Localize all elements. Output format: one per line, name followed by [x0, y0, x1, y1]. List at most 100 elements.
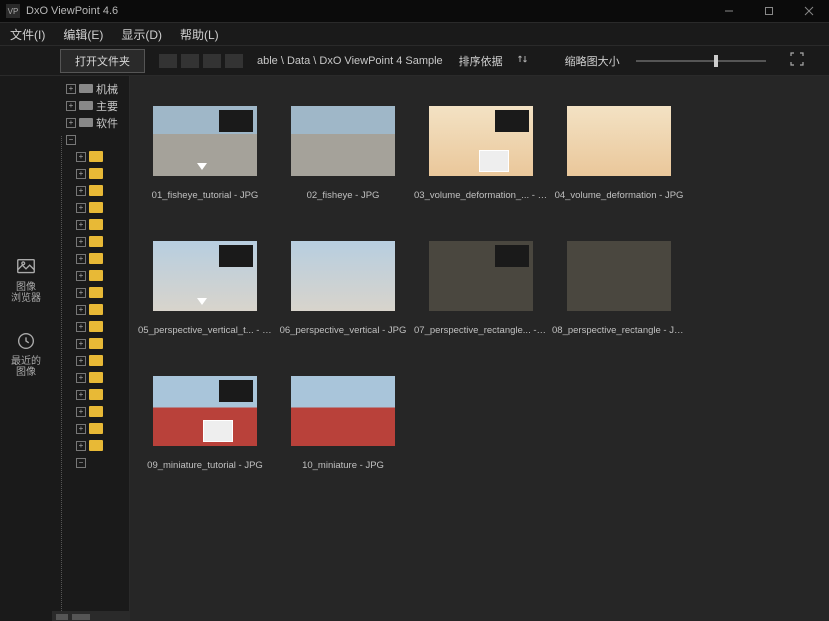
expand-icon[interactable]: +: [76, 424, 86, 434]
thumbnail-image[interactable]: [429, 241, 533, 311]
tree-label: 机械: [96, 81, 118, 97]
tree-folder[interactable]: +: [52, 148, 129, 165]
app-title: DxO ViewPoint 4.6: [26, 5, 118, 17]
fullscreen-icon[interactable]: [790, 52, 804, 69]
expand-icon[interactable]: +: [76, 339, 86, 349]
folder-icon: [89, 338, 103, 349]
tree-root[interactable]: + 机械: [52, 80, 129, 97]
menu-help[interactable]: 帮助(L): [180, 26, 219, 43]
folder-icon: [89, 304, 103, 315]
expand-icon[interactable]: +: [66, 101, 76, 111]
thumb-size-slider[interactable]: [636, 60, 766, 62]
tree-folder[interactable]: +: [52, 437, 129, 454]
expand-icon[interactable]: +: [76, 441, 86, 451]
thumbnail-caption: 02_fisheye - JPG: [307, 190, 380, 201]
tree-node-expanded[interactable]: −: [52, 131, 129, 148]
thumbnail-item[interactable]: 04_volume_deformation - JPG: [550, 106, 688, 201]
image-browser-tab[interactable]: 图像 浏览器: [11, 256, 41, 304]
collapse-icon[interactable]: −: [66, 135, 76, 145]
folder-icon: [89, 236, 103, 247]
thumbnail-caption: 07_perspective_rectangle... - JPG: [414, 325, 548, 336]
folder-icon: [89, 355, 103, 366]
tree-label: 主要: [96, 98, 118, 114]
thumbnail-caption: 08_perspective_rectangle - JPG: [552, 325, 686, 336]
expand-icon[interactable]: +: [76, 254, 86, 264]
thumbnail-item[interactable]: 07_perspective_rectangle... - JPG: [412, 241, 550, 336]
expand-icon[interactable]: +: [76, 237, 86, 247]
thumbnail-image[interactable]: [153, 376, 257, 446]
menu-edit[interactable]: 编辑(E): [63, 26, 103, 43]
expand-icon[interactable]: +: [66, 84, 76, 94]
expand-icon[interactable]: +: [76, 373, 86, 383]
tree-folder[interactable]: +: [52, 199, 129, 216]
tree-folder[interactable]: +: [52, 267, 129, 284]
folder-tree[interactable]: + 机械+ 主要+ 软件 −+ + + + + + + + + + + + + …: [52, 76, 130, 621]
expand-icon[interactable]: +: [76, 407, 86, 417]
thumbnail-item[interactable]: 03_volume_deformation_... - JPG: [412, 106, 550, 201]
thumbnail-grid: 01_fisheye_tutorial - JPG 02_fisheye - JP…: [130, 76, 829, 621]
tree-folder[interactable]: +: [52, 352, 129, 369]
expand-icon[interactable]: +: [76, 271, 86, 281]
minimize-button[interactable]: [709, 0, 749, 22]
collapse-icon[interactable]: −: [76, 458, 86, 468]
expand-icon[interactable]: +: [66, 118, 76, 128]
breadcrumb-path[interactable]: able \ Data \ DxO ViewPoint 4 Sample: [257, 55, 443, 67]
tree-folder[interactable]: +: [52, 233, 129, 250]
tree-folder[interactable]: +: [52, 182, 129, 199]
thumbnail-image[interactable]: [291, 106, 395, 176]
expand-icon[interactable]: +: [76, 152, 86, 162]
tree-folder[interactable]: +: [52, 420, 129, 437]
open-folder-button[interactable]: 打开文件夹: [60, 49, 145, 73]
maximize-button[interactable]: [749, 0, 789, 22]
expand-icon[interactable]: +: [76, 322, 86, 332]
thumbnail-item[interactable]: 01_fisheye_tutorial - JPG: [136, 106, 274, 201]
thumbnail-item[interactable]: 05_perspective_vertical_t... - JPG: [136, 241, 274, 336]
tree-folder[interactable]: −: [52, 454, 129, 471]
tree-folder[interactable]: +: [52, 165, 129, 182]
thumb-size-label: 缩略图大小: [565, 53, 620, 69]
folder-icon: [89, 440, 103, 451]
thumbnail-caption: 04_volume_deformation - JPG: [555, 190, 684, 201]
tree-folder[interactable]: +: [52, 369, 129, 386]
expand-icon[interactable]: +: [76, 288, 86, 298]
thumbnail-image[interactable]: [153, 106, 257, 176]
tree-folder[interactable]: +: [52, 386, 129, 403]
sort-label[interactable]: 排序依据: [459, 53, 503, 69]
folder-icon: [89, 406, 103, 417]
expand-icon[interactable]: +: [76, 169, 86, 179]
tree-folder[interactable]: +: [52, 284, 129, 301]
tree-folder[interactable]: +: [52, 250, 129, 267]
tree-root[interactable]: + 软件: [52, 114, 129, 131]
tree-folder[interactable]: +: [52, 403, 129, 420]
thumbnail-image[interactable]: [429, 106, 533, 176]
thumbnail-caption: 10_miniature - JPG: [302, 460, 384, 471]
menu-file[interactable]: 文件(I): [10, 26, 45, 43]
thumbnail-item[interactable]: 10_miniature - JPG: [274, 376, 412, 471]
expand-icon[interactable]: +: [76, 356, 86, 366]
thumbnail-item[interactable]: 08_perspective_rectangle - JPG: [550, 241, 688, 336]
thumbnail-item[interactable]: 06_perspective_vertical - JPG: [274, 241, 412, 336]
thumbnail-image[interactable]: [291, 376, 395, 446]
thumbnail-image[interactable]: [291, 241, 395, 311]
thumbnail-image[interactable]: [567, 106, 671, 176]
thumbnail-item[interactable]: 09_miniature_tutorial - JPG: [136, 376, 274, 471]
tree-folder[interactable]: +: [52, 216, 129, 233]
expand-icon[interactable]: +: [76, 305, 86, 315]
expand-icon[interactable]: +: [76, 220, 86, 230]
thumbnail-image[interactable]: [153, 241, 257, 311]
folder-icon: [89, 219, 103, 230]
recent-tab[interactable]: 最近的 图像: [11, 330, 41, 378]
toolbar: 打开文件夹 able \ Data \ DxO ViewPoint 4 Samp…: [0, 46, 829, 76]
thumbnail-item[interactable]: 02_fisheye - JPG: [274, 106, 412, 201]
expand-icon[interactable]: +: [76, 186, 86, 196]
thumbnail-image[interactable]: [567, 241, 671, 311]
tree-folder[interactable]: +: [52, 318, 129, 335]
sort-direction-icon[interactable]: [517, 53, 529, 68]
close-button[interactable]: [789, 0, 829, 22]
tree-root[interactable]: + 主要: [52, 97, 129, 114]
tree-folder[interactable]: +: [52, 335, 129, 352]
menu-view[interactable]: 显示(D): [121, 26, 162, 43]
expand-icon[interactable]: +: [76, 390, 86, 400]
tree-folder[interactable]: +: [52, 301, 129, 318]
expand-icon[interactable]: +: [76, 203, 86, 213]
